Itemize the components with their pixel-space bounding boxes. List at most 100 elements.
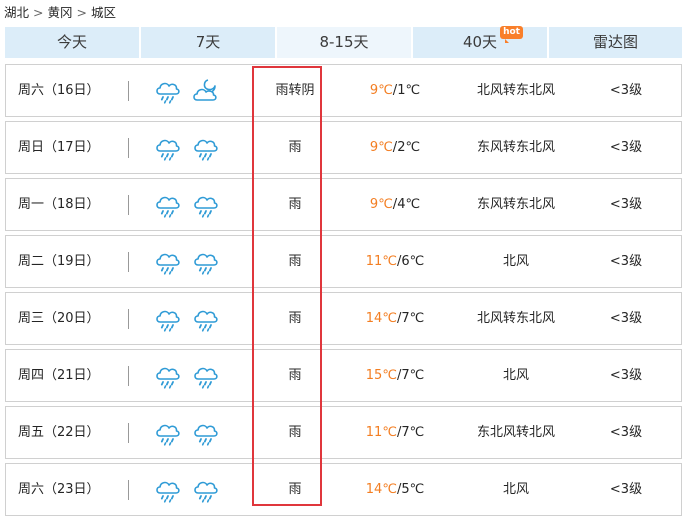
rain-icon (194, 367, 218, 389)
forecast-row: 周二（19日） 雨 11℃/6℃ 北风 <3级 (5, 235, 682, 288)
cloudy-night-icon (193, 79, 217, 101)
temp-low: 1℃ (397, 83, 421, 98)
wind-direction: 东风转东北风 (476, 140, 555, 155)
wind-level: <3级 (609, 83, 643, 98)
tab-40-days-label: 40天 (462, 33, 498, 51)
wind-level: <3级 (609, 311, 643, 326)
tab-8-15-days[interactable]: 8-15天 (277, 27, 411, 58)
rain-icon (194, 310, 218, 332)
breadcrumb-separator: > (76, 5, 87, 20)
weather-condition: 雨 (288, 140, 302, 155)
weather-condition: 雨 (288, 197, 302, 212)
rain-icon (156, 82, 180, 104)
wind-level: <3级 (609, 254, 643, 269)
day-date: 周二（19日） (18, 254, 100, 269)
wind-direction: 东北风转北风 (476, 425, 555, 440)
breadcrumb-separator: > (33, 5, 44, 20)
weather-icons (153, 305, 219, 333)
wind-direction: 北风转东北风 (476, 83, 555, 98)
weather-condition: 雨 (288, 311, 302, 326)
wind-direction: 东风转东北风 (476, 197, 555, 212)
day-date: 周六（16日） (18, 83, 100, 98)
temperature-range: 15℃/7℃ (355, 350, 435, 401)
tab-7-days[interactable]: 7天 (141, 27, 275, 58)
breadcrumb-district[interactable]: 城区 (91, 5, 116, 20)
column-divider (128, 480, 129, 500)
forecast-row: 周四（21日） 雨 15℃/7℃ 北风 <3级 (5, 349, 682, 402)
day-date: 周六（23日） (18, 482, 100, 497)
temperature-range: 11℃/7℃ (355, 407, 435, 458)
rain-icon (194, 424, 218, 446)
wind-direction: 北风转东北风 (476, 311, 555, 326)
forecast-row: 周五（22日） 雨 11℃/7℃ 东北风转北风 <3级 (5, 406, 682, 459)
day-date: 周四（21日） (18, 368, 100, 383)
weather-condition: 雨转阴 (275, 83, 315, 98)
temp-high: 11℃ (365, 254, 397, 269)
rain-icon (194, 196, 218, 218)
weather-icons (153, 77, 219, 105)
rain-icon (156, 196, 180, 218)
wind-level: <3级 (609, 482, 643, 497)
column-divider (128, 252, 129, 272)
day-date: 周日（17日） (18, 140, 100, 155)
temperature-range: 11℃/6℃ (355, 236, 435, 287)
tab-40-days[interactable]: 40天 hot (413, 26, 547, 58)
temperature-range: 9℃/2℃ (355, 122, 435, 173)
column-divider (128, 195, 129, 215)
rain-icon (194, 481, 218, 503)
rain-icon (156, 310, 180, 332)
column-divider (128, 366, 129, 386)
column-divider (128, 138, 129, 158)
wind-direction: 北风 (502, 254, 529, 269)
column-divider (128, 423, 129, 443)
temp-high: 11℃ (365, 425, 397, 440)
weather-icons (153, 248, 219, 276)
forecast-row: 周六（16日） 雨转阴 9℃/1℃ 北风转东北风 <3级 (5, 64, 682, 117)
weather-icons (153, 419, 219, 447)
rain-icon (156, 139, 180, 161)
day-date: 周一（18日） (18, 197, 100, 212)
column-divider (128, 309, 129, 329)
column-divider (128, 81, 129, 101)
weather-icons (153, 191, 219, 219)
forecast-tabs: 今天 7天 8-15天 40天 hot 雷达图 (5, 26, 682, 58)
tab-today[interactable]: 今天 (5, 27, 139, 58)
temp-high: 9℃ (369, 140, 393, 155)
forecast-row: 周六（23日） 雨 14℃/5℃ 北风 <3级 (5, 463, 682, 516)
weather-condition: 雨 (288, 254, 302, 269)
temp-low: 7℃ (401, 311, 425, 326)
hot-badge: hot (500, 26, 523, 43)
weather-condition: 雨 (288, 425, 302, 440)
weather-condition: 雨 (288, 368, 302, 383)
breadcrumb-province[interactable]: 湖北 (4, 5, 29, 20)
tab-radar[interactable]: 雷达图 (549, 27, 682, 58)
temp-low: 7℃ (401, 368, 425, 383)
temp-high: 9℃ (369, 83, 393, 98)
weather-icons (153, 134, 219, 162)
temp-high: 9℃ (369, 197, 393, 212)
temp-high: 15℃ (365, 368, 397, 383)
temperature-range: 9℃/1℃ (355, 65, 435, 116)
wind-direction: 北风 (502, 482, 529, 497)
wind-level: <3级 (609, 197, 643, 212)
wind-level: <3级 (609, 140, 643, 155)
wind-direction: 北风 (502, 368, 529, 383)
forecast-row: 周三（20日） 雨 14℃/7℃ 北风转东北风 <3级 (5, 292, 682, 345)
temperature-range: 9℃/4℃ (355, 179, 435, 230)
temp-high: 14℃ (365, 311, 397, 326)
rain-icon (194, 253, 218, 275)
day-date: 周五（22日） (18, 425, 100, 440)
breadcrumb-city[interactable]: 黄冈 (48, 5, 73, 20)
weather-icons (153, 362, 219, 390)
forecast-row: 周一（18日） 雨 9℃/4℃ 东风转东北风 <3级 (5, 178, 682, 231)
temp-low: 2℃ (397, 140, 421, 155)
day-date: 周三（20日） (18, 311, 100, 326)
temp-low: 4℃ (397, 197, 421, 212)
temperature-range: 14℃/7℃ (355, 293, 435, 344)
temp-low: 5℃ (401, 482, 425, 497)
temperature-range: 14℃/5℃ (355, 464, 435, 515)
rain-icon (156, 424, 180, 446)
breadcrumb: 湖北 > 黄冈 > 城区 (4, 5, 116, 21)
temp-low: 7℃ (401, 425, 425, 440)
wind-level: <3级 (609, 425, 643, 440)
